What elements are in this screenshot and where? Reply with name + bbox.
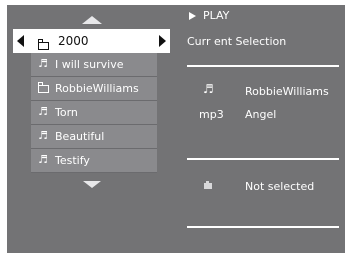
scroll-up-icon[interactable] — [82, 16, 102, 24]
divider — [187, 226, 339, 228]
list-item[interactable]: ♬ Torn — [31, 101, 157, 125]
list-item[interactable]: ♬ Testify — [31, 149, 157, 173]
folder-icon — [37, 82, 50, 94]
folder-selector[interactable]: 2000 — [13, 29, 170, 53]
music-note-icon: ♬ — [38, 153, 48, 166]
list-item[interactable]: RobbieWilliams — [31, 77, 157, 101]
music-note-icon: ♬ — [203, 82, 214, 96]
scroll-down-icon[interactable] — [83, 181, 101, 188]
play-status: PLAY — [203, 9, 230, 22]
list-item-label: Testify — [55, 154, 90, 167]
divider — [187, 158, 339, 160]
image-status: Not selected — [245, 180, 315, 193]
list-item-label: RobbieWilliams — [55, 82, 139, 95]
music-note-icon: ♬ — [38, 129, 48, 142]
current-selection-heading: Curr ent Selection — [187, 35, 287, 48]
selected-folder-label: 2000 — [58, 34, 89, 48]
list-item-label: Torn — [55, 106, 78, 119]
music-note-icon: ♬ — [38, 57, 48, 70]
music-player-screen: 2000 ♬ I will survive RobbieWilliams ♬ T… — [0, 0, 355, 258]
list-item-label: I will survive — [55, 58, 124, 71]
artist-name: RobbieWilliams — [245, 85, 329, 98]
list-item-label: Beautiful — [55, 130, 105, 143]
track-list: ♬ I will survive RobbieWilliams ♬ Torn ♬… — [31, 53, 157, 173]
list-item[interactable]: ♬ Beautiful — [31, 125, 157, 149]
music-note-icon: ♬ — [38, 105, 48, 118]
folder-icon — [37, 35, 49, 54]
track-title: Angel — [245, 108, 277, 121]
next-folder-icon[interactable] — [159, 35, 166, 47]
play-icon — [189, 12, 196, 20]
previous-folder-icon[interactable] — [17, 35, 24, 47]
file-format: mp3 — [199, 108, 224, 121]
list-item[interactable]: ♬ I will survive — [31, 53, 157, 77]
image-icon — [204, 181, 212, 189]
divider — [187, 65, 339, 67]
